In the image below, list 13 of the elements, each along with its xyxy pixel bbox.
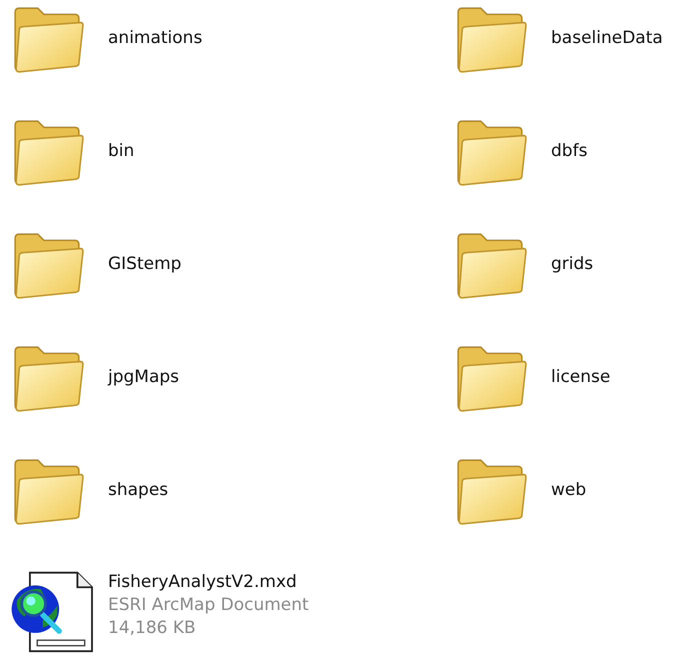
folder-name[interactable]: jpgMaps xyxy=(108,367,180,387)
folder-name[interactable]: dbfs xyxy=(551,141,588,161)
folder-name[interactable]: web xyxy=(551,480,586,500)
folder-name[interactable]: baselineData xyxy=(551,28,663,48)
folder-name[interactable]: animations xyxy=(108,28,202,48)
folder-name[interactable]: GIStemp xyxy=(108,254,182,274)
folder-name[interactable]: shapes xyxy=(108,480,168,500)
folder-name[interactable]: grids xyxy=(551,254,594,274)
file-size: 14,186 KB xyxy=(108,617,197,640)
file-name[interactable]: FisheryAnalystV2.mxd xyxy=(108,571,309,594)
file-type: ESRI ArcMap Document xyxy=(108,594,309,617)
folder-name[interactable]: license xyxy=(551,367,610,387)
folder-name[interactable]: bin xyxy=(108,141,134,161)
